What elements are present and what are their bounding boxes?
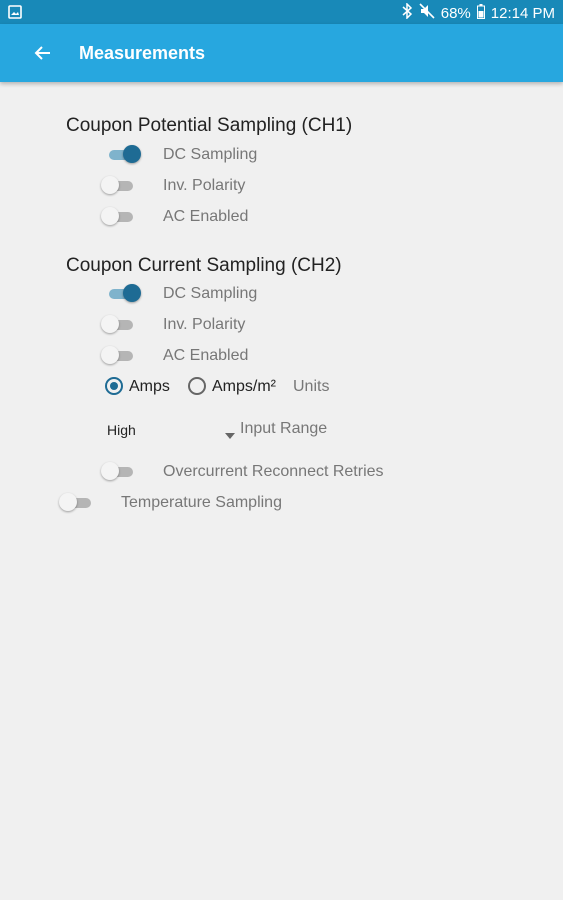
- overcurrent-retries-label: Overcurrent Reconnect Retries: [163, 463, 384, 480]
- input-range-value[interactable]: High: [107, 422, 136, 438]
- ch1-dc-sampling-switch[interactable]: [107, 145, 141, 165]
- status-bar: 68% 12:14 PM: [0, 0, 563, 24]
- clock: 12:14 PM: [490, 4, 555, 22]
- ch1-inv-polarity-label: Inv. Polarity: [163, 177, 246, 194]
- battery-icon: [476, 3, 485, 23]
- temperature-sampling-switch[interactable]: [59, 493, 93, 513]
- ch2-inv-polarity-label: Inv. Polarity: [163, 316, 246, 333]
- ch1-inv-polarity-switch[interactable]: [101, 176, 135, 196]
- ch2-dc-sampling-switch[interactable]: [107, 284, 141, 304]
- ch1-dc-sampling-label: DC Sampling: [163, 146, 258, 163]
- ch1-ac-enabled-label: AC Enabled: [163, 208, 249, 225]
- app-bar: Measurements: [0, 24, 563, 82]
- ch2-dc-sampling-label: DC Sampling: [163, 285, 258, 302]
- amps-radio-label[interactable]: Amps: [129, 378, 170, 396]
- overcurrent-retries-switch[interactable]: [101, 462, 135, 482]
- ch2-ac-enabled-label: AC Enabled: [163, 347, 249, 364]
- units-label: Units: [293, 378, 330, 395]
- ch2-inv-polarity-switch[interactable]: [101, 315, 135, 335]
- dropdown-arrow-icon[interactable]: [225, 426, 235, 444]
- amps-per-m2-radio-label[interactable]: Amps/m²: [212, 378, 276, 396]
- gallery-icon: [8, 5, 22, 23]
- ch1-section-title: Coupon Potential Sampling (CH1): [66, 115, 353, 136]
- input-range-label: Input Range: [240, 420, 328, 437]
- temperature-sampling-label: Temperature Sampling: [121, 494, 282, 511]
- bluetooth-icon: [401, 2, 413, 23]
- mute-icon: [419, 3, 435, 23]
- amps-per-m2-radio[interactable]: [188, 377, 206, 395]
- amps-radio[interactable]: [105, 377, 123, 395]
- battery-percent: 68%: [440, 4, 471, 22]
- page-title: Measurements: [79, 43, 206, 63]
- ch2-section-title: Coupon Current Sampling (CH2): [66, 255, 342, 276]
- ch2-ac-enabled-switch[interactable]: [101, 346, 135, 366]
- ch1-ac-enabled-switch[interactable]: [101, 207, 135, 227]
- arrow-back-icon[interactable]: [31, 41, 55, 65]
